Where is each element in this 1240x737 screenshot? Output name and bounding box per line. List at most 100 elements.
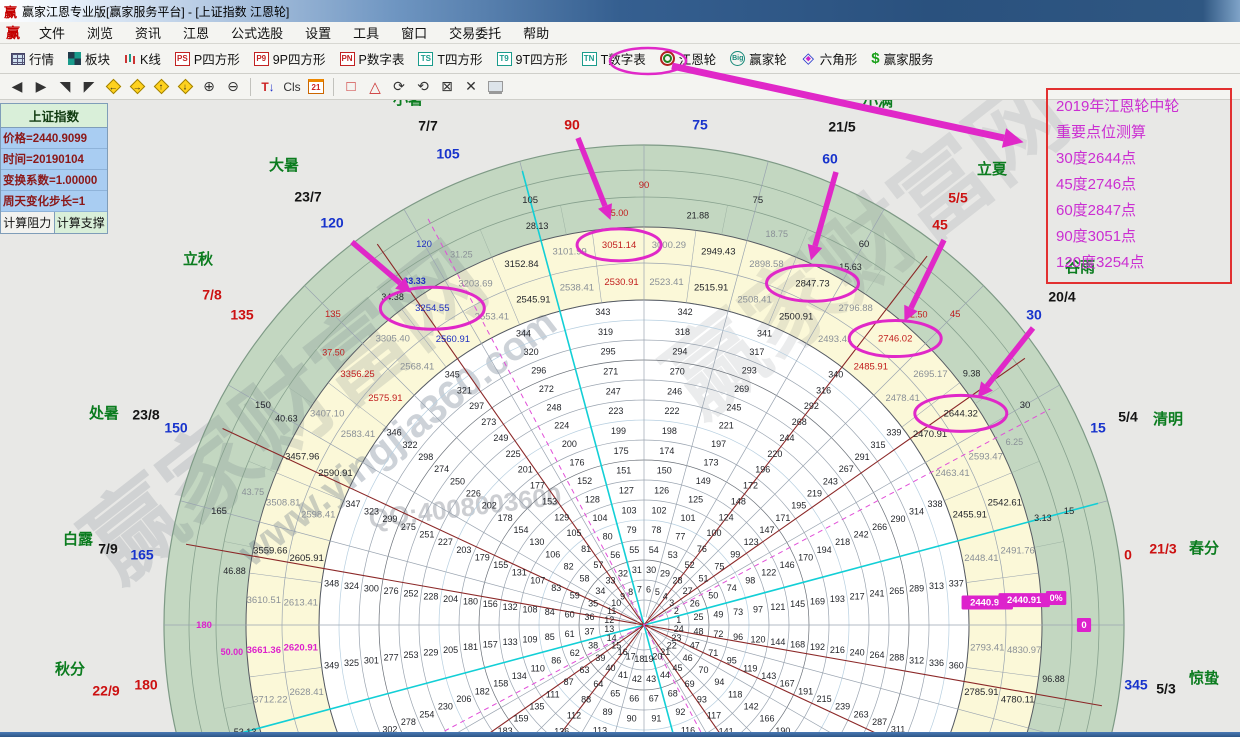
svg-text:25.00: 25.00 [606,208,629,218]
toolbar-item-quotes[interactable]: 行情 [4,44,61,73]
svg-text:52: 52 [685,560,695,570]
svg-text:105: 105 [522,195,538,206]
window-title: 赢家江恩专业版[赢家服务平台] - [上证指数 江恩轮] [22,3,289,20]
quotes-grid-icon [11,53,25,65]
svg-text:179: 179 [475,552,490,562]
tool-pan-up[interactable]: ↑ [150,76,172,98]
solar-term-label: 白露 [63,530,94,548]
tool-pan-left[interactable]: ← [102,76,124,98]
tool-nav-prev[interactable]: ◀ [6,76,28,98]
svg-text:277: 277 [384,653,399,663]
svg-text:270: 270 [670,367,685,377]
kline-candles-icon [124,53,136,65]
tool-fit[interactable]: ✕ [460,76,482,98]
svg-text:253: 253 [403,650,418,660]
pan-up-icon: ↑ [153,79,169,95]
toolbar-item-9t-square[interactable]: T99T四方形 [490,44,575,73]
svg-text:199: 199 [611,426,626,436]
side-panel-row: 时间=20190104 [1,149,107,170]
menu-browse[interactable]: 浏览 [76,26,124,41]
svg-text:230: 230 [438,702,453,712]
svg-text:345: 345 [445,369,460,379]
menu-formula-stock-pick[interactable]: 公式选股 [220,26,294,41]
toolbar-item-p-square[interactable]: PSP四方形 [168,44,247,73]
wheel-outer-label: 0 [1124,547,1132,563]
tool-zoom-in[interactable]: ⊕ [198,76,220,98]
menu-gann[interactable]: 江恩 [172,26,220,41]
svg-text:100: 100 [706,528,721,538]
tool-draw-square[interactable]: □ [340,76,362,98]
calc-support-button[interactable]: 计算支撑 [55,212,108,233]
toolbar-item-label: T数字表 [601,49,646,68]
menu-trade-entrust[interactable]: 交易委托 [438,26,512,41]
svg-text:321: 321 [457,385,472,395]
toolbar-item-p-number-table[interactable]: PNP数字表 [333,44,412,73]
svg-text:3254.55: 3254.55 [415,303,449,314]
toolbar-item-winner-wheel[interactable]: Big赢家轮 [723,44,794,73]
svg-text:219: 219 [807,488,822,498]
svg-text:2785.91: 2785.91 [964,687,998,698]
menu-settings[interactable]: 设置 [294,26,342,41]
svg-text:181: 181 [463,642,478,652]
tool-draw-triangle[interactable]: △ [364,76,386,98]
tool-pointer-dark[interactable]: ◥ [54,76,76,98]
toolbar-item-hexagon[interactable]: ◇◆六角形 [794,44,865,73]
svg-text:28.13: 28.13 [526,221,549,231]
wheel-outer-label: 60 [822,151,838,167]
annotation-box: 2019年江恩轮中轮重要点位测算30度2644点45度2746点60度2847点… [1046,88,1232,284]
toolbar-item-t-number-table[interactable]: TNT数字表 [575,44,653,73]
tool-pointer-light[interactable]: ◤ [78,76,100,98]
tool-rotate-ccw[interactable]: ⟲ [412,76,434,98]
solar-term-label: 立夏 [977,160,1008,178]
tool-rotate-cw[interactable]: ⟳ [388,76,410,98]
svg-text:46: 46 [683,653,693,663]
svg-text:2470.91: 2470.91 [913,429,947,440]
svg-text:132: 132 [503,602,518,612]
svg-text:323: 323 [364,506,379,516]
calc-resistance-button[interactable]: 计算阻力 [1,212,55,233]
tool-box-x[interactable]: ⊠ [436,76,458,98]
svg-text:315: 315 [871,440,886,450]
svg-text:249: 249 [493,433,508,443]
toolbar-item-winner-service[interactable]: $赢家服务 [864,44,940,73]
svg-text:12.50: 12.50 [905,309,928,319]
tool-t-scale[interactable]: T↓ [257,76,279,98]
svg-text:2598.41: 2598.41 [301,509,335,520]
tool-screen[interactable] [484,76,506,98]
tool-pan-down[interactable]: ↓ [174,76,196,98]
tool-cls[interactable]: Cls [281,76,303,98]
svg-text:34: 34 [595,586,605,596]
svg-text:158: 158 [493,679,508,689]
svg-text:68: 68 [668,689,678,699]
svg-text:2620.91: 2620.91 [284,643,319,654]
toolbar-item-sectors[interactable]: 板块 [61,44,117,73]
toolbar-item-label: 江恩轮 [679,49,717,68]
tool-pan-right[interactable]: → [126,76,148,98]
toolbar-item-kline[interactable]: K线 [117,44,168,73]
wheel-outer-label: 5/4 [1118,409,1138,425]
svg-text:317: 317 [749,347,764,357]
side-panel-row: 周天变化步长=1 [1,191,107,212]
menu-help[interactable]: 帮助 [512,26,560,41]
tool-calendar[interactable]: 21 [305,76,327,98]
toolbar-item-t-square[interactable]: TST四方形 [411,44,489,73]
wheel-outer-label: 75 [692,117,708,133]
svg-text:50: 50 [708,591,718,601]
menu-tools[interactable]: 工具 [342,26,390,41]
tool-nav-next[interactable]: ▶ [30,76,52,98]
menu-info[interactable]: 资讯 [124,26,172,41]
toolbar-item-gann-wheel[interactable]: 江恩轮 [653,44,724,73]
svg-text:56: 56 [610,550,620,560]
svg-text:35: 35 [588,598,598,608]
menu-file[interactable]: 文件 [28,26,76,41]
tool-zoom-out[interactable]: ⊖ [222,76,244,98]
svg-text:229: 229 [423,647,438,657]
svg-text:95: 95 [727,656,737,666]
svg-text:276: 276 [384,586,399,596]
wheel-outer-label: 5/5 [948,190,968,206]
menu-window[interactable]: 窗口 [390,26,438,41]
svg-text:89: 89 [603,707,613,717]
svg-text:2613.41: 2613.41 [284,598,318,609]
svg-text:67: 67 [649,694,659,704]
toolbar-item-9p-square[interactable]: P99P四方形 [247,44,333,73]
